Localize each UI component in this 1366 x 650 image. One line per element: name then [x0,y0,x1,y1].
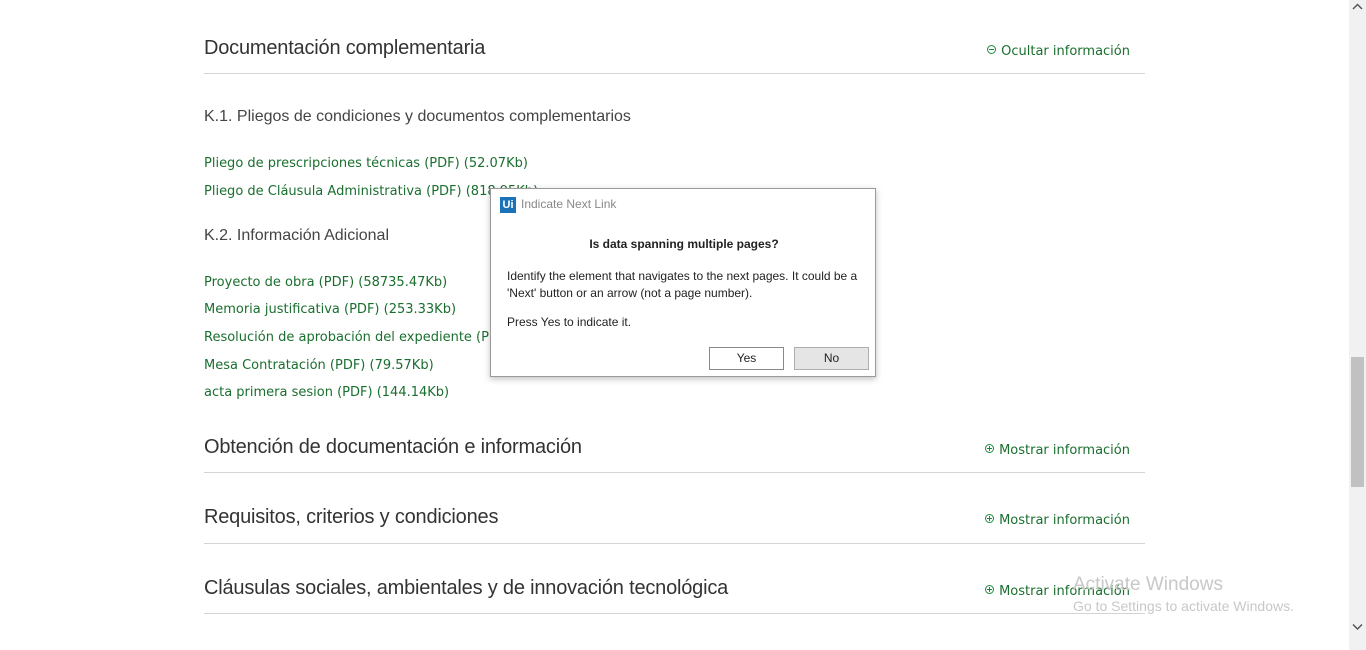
scroll-up-arrow-icon[interactable] [1352,2,1363,13]
plus-circle-icon [985,444,995,453]
section-title: Obtención de documentación e información [204,436,582,458]
indicate-next-link-dialog: Ui Indicate Next Link Is data spanning m… [490,188,876,377]
subsection-k2-title: K.2. Información Adicional [204,227,389,244]
doc-link-acta[interactable]: acta primera sesion (PDF) (144.14Kb) [204,385,449,400]
section-obtencion-header: Obtención de documentación e información… [204,420,1145,473]
minus-circle-icon [987,45,997,54]
scroll-down-arrow-icon[interactable] [1352,621,1363,632]
plus-circle-icon [985,585,995,594]
section-title: Documentación complementaria [204,37,486,59]
dialog-question: Is data spanning multiple pages? [589,237,779,251]
doc-link-mesa[interactable]: Mesa Contratación (PDF) (79.57Kb) [204,358,434,373]
hide-info-toggle[interactable]: Ocultar información [987,44,1130,59]
dialog-title: Indicate Next Link [521,197,617,211]
show-info-toggle[interactable]: Mostrar información [985,513,1130,528]
toggle-label: Mostrar información [999,443,1130,458]
doc-link-memoria[interactable]: Memoria justificativa (PDF) (253.33Kb) [204,302,456,317]
doc-link-resolucion[interactable]: Resolución de aprobación del expediente … [204,330,512,345]
toggle-label: Mostrar información [999,513,1130,528]
uipath-logo-icon: Ui [500,197,516,213]
toggle-label: Ocultar información [1001,44,1130,59]
doc-link-pliego-administrativa[interactable]: Pliego de Cláusula Administrativa (PDF) … [204,184,538,199]
section-documentacion-header: Documentación complementaria Ocultar inf… [204,0,1145,74]
plus-circle-icon [985,514,995,523]
yes-button[interactable]: Yes [709,347,784,370]
page-scrollbar[interactable] [1349,0,1366,650]
dialog-instruction: Press Yes to indicate it. [507,315,632,329]
activate-windows-hint: Go to Settings to activate Windows. [1073,598,1294,614]
section-requisitos-header: Requisitos, criterios y condiciones Most… [204,490,1145,544]
subsection-k1-title: K.1. Pliegos de condiciones y documentos… [204,108,631,125]
activate-windows-watermark: Activate Windows [1073,574,1223,595]
dialog-message: Identify the element that navigates to t… [507,269,858,300]
doc-link-pliego-tecnicas[interactable]: Pliego de prescripciones técnicas (PDF) … [204,156,528,171]
doc-link-proyecto-obra[interactable]: Proyecto de obra (PDF) (58735.47Kb) [204,275,447,290]
scrollbar-thumb[interactable] [1351,357,1364,487]
no-button[interactable]: No [794,347,869,370]
section-title: Requisitos, criterios y condiciones [204,506,499,528]
show-info-toggle[interactable]: Mostrar información [985,443,1130,458]
section-clausulas-header: Cláusulas sociales, ambientales y de inn… [204,561,1145,614]
section-title: Cláusulas sociales, ambientales y de inn… [204,577,729,599]
